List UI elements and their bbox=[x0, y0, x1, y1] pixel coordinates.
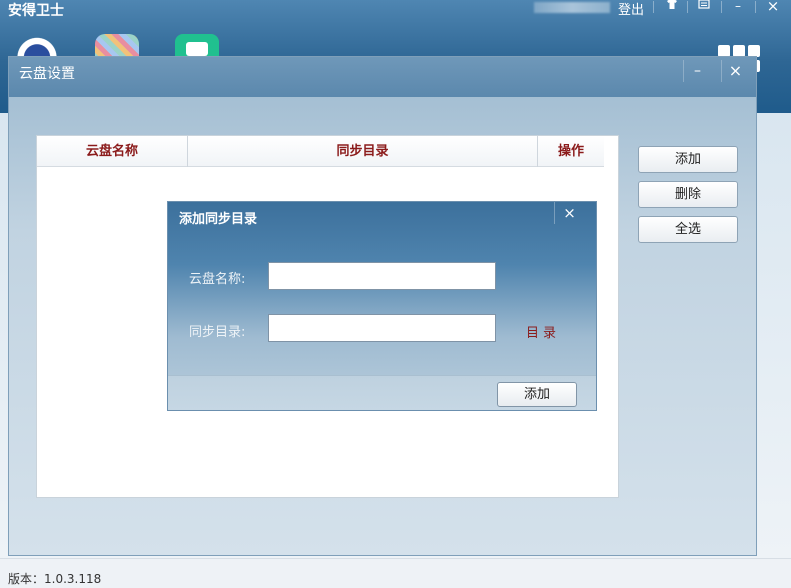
column-header-action: 操作 bbox=[557, 144, 584, 159]
version-label: 版本：1.0.3.118 bbox=[8, 572, 102, 586]
logout-link[interactable]: 登出 bbox=[618, 0, 644, 18]
delete-button[interactable]: 删除 bbox=[638, 181, 738, 208]
confirm-add-button[interactable]: 添加 bbox=[497, 382, 577, 407]
dialog-title: 添加同步目录 bbox=[179, 212, 258, 227]
app-title: 安得卫士 bbox=[8, 3, 64, 19]
window-close-button[interactable]: × bbox=[762, 0, 784, 14]
cloud-name-input[interactable] bbox=[268, 262, 496, 290]
dialog-title: 云盘设置 bbox=[19, 66, 75, 82]
divider bbox=[721, 1, 722, 13]
window-minimize-button[interactable]: – bbox=[727, 0, 749, 14]
add-sync-dir-dialog: 添加同步目录 × 云盘名称: 同步目录: 目录 添加 bbox=[167, 201, 597, 411]
dialog-close-button[interactable]: × bbox=[721, 60, 749, 82]
divider bbox=[653, 1, 654, 13]
dialog-minimize-button[interactable]: – bbox=[683, 60, 711, 82]
add-button[interactable]: 添加 bbox=[638, 146, 738, 173]
cloud-name-label: 云盘名称: bbox=[189, 272, 246, 287]
column-header-cloud-name: 云盘名称 bbox=[37, 136, 188, 167]
browse-dir-link[interactable]: 目录 bbox=[526, 322, 560, 341]
statusbar: 版本：1.0.3.118 bbox=[0, 558, 791, 588]
sync-dir-label: 同步目录: bbox=[189, 325, 246, 340]
username-blurred bbox=[534, 2, 610, 13]
dialog-close-button[interactable]: × bbox=[554, 202, 584, 224]
dialog-footer: 添加 bbox=[168, 375, 596, 410]
table-header: 云盘名称 同步目录 操作 bbox=[37, 136, 604, 167]
select-all-button[interactable]: 全选 bbox=[638, 216, 738, 243]
divider bbox=[755, 1, 756, 13]
shirt-icon[interactable] bbox=[661, 0, 683, 14]
column-header-sync-dir: 同步目录 bbox=[188, 136, 538, 167]
divider bbox=[687, 1, 688, 13]
sync-dir-input[interactable] bbox=[268, 314, 496, 342]
dialog-header: 云盘设置 – × bbox=[9, 57, 756, 97]
menu-icon[interactable] bbox=[693, 0, 715, 14]
